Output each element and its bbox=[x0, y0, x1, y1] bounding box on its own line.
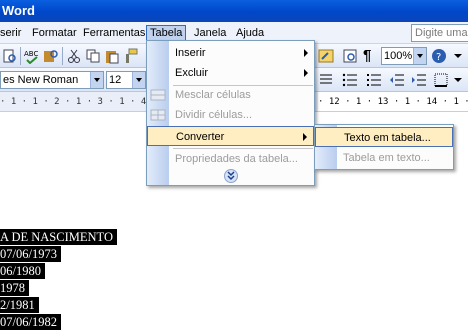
tabela-menu: Inserir Excluir Mesclar células Dividir … bbox=[146, 40, 315, 186]
show-hide-marks-button[interactable]: ¶ bbox=[363, 46, 371, 66]
ruler-scale-right: · 12 · 1 · 13 · 1 · 14 · 1 · 15 · 1 · 16… bbox=[318, 97, 468, 107]
document-line: 07/06/1982 bbox=[0, 314, 61, 330]
print-preview-icon[interactable] bbox=[2, 48, 18, 64]
font-name-value: es New Roman bbox=[3, 74, 79, 86]
submenu-arrow-icon bbox=[304, 69, 308, 77]
menu-item-propriedades-tabela[interactable]: Propriedades da tabela... bbox=[147, 149, 314, 169]
document-line: 1978 bbox=[0, 280, 29, 296]
menu-item-label: Dividir células... bbox=[175, 109, 253, 121]
menu-item-inserir[interactable]: Inserir bbox=[147, 43, 314, 63]
document-line: 06/1980 bbox=[0, 263, 45, 279]
chevron-down-icon[interactable] bbox=[90, 72, 103, 88]
menu-item-label: Tabela em texto... bbox=[343, 152, 430, 164]
zoom-select[interactable]: 100% bbox=[381, 47, 427, 65]
double-chevron-down-icon[interactable] bbox=[224, 169, 238, 183]
svg-text:?: ? bbox=[436, 52, 441, 63]
split-cells-icon bbox=[150, 109, 166, 121]
bullets-icon[interactable] bbox=[366, 72, 382, 88]
menu-formatar[interactable]: Formatar bbox=[29, 25, 80, 42]
chevron-down-icon[interactable] bbox=[413, 48, 426, 64]
spelling-icon[interactable]: ABC bbox=[24, 48, 40, 64]
toolbar-options-icon[interactable] bbox=[450, 72, 466, 88]
menu-item-mesclar-celulas[interactable]: Mesclar células bbox=[147, 85, 314, 105]
title-bar: Word bbox=[0, 0, 468, 22]
font-name-select[interactable]: es New Roman bbox=[0, 71, 104, 89]
merge-cells-icon bbox=[150, 89, 166, 101]
horizontal-ruler-right[interactable]: · 12 · 1 · 13 · 1 · 14 · 1 · 15 · 1 · 16… bbox=[318, 92, 468, 112]
menu-item-dividir-celulas[interactable]: Dividir células... bbox=[147, 105, 314, 125]
format-painter-icon[interactable] bbox=[123, 48, 139, 64]
help-search-input[interactable]: Digite uma pe bbox=[411, 24, 468, 42]
menu-item-label: Inserir bbox=[175, 47, 206, 59]
expand-menu-icon bbox=[227, 171, 235, 181]
menu-item-tabela-em-texto[interactable]: Tabela em texto... bbox=[315, 148, 453, 168]
research-icon[interactable] bbox=[43, 48, 59, 64]
numbered-list-icon[interactable] bbox=[342, 72, 358, 88]
document-line: 07/06/1973 bbox=[0, 246, 61, 262]
help-icon[interactable]: ? bbox=[431, 48, 447, 64]
document-map-icon[interactable] bbox=[342, 48, 358, 64]
copy-icon[interactable] bbox=[85, 48, 101, 64]
toolbar-separator bbox=[62, 47, 63, 65]
menu-item-label: Mesclar células bbox=[175, 89, 251, 101]
toolbar-separator bbox=[20, 47, 21, 65]
menu-item-label: Excluir bbox=[175, 67, 209, 79]
borders-icon[interactable] bbox=[433, 72, 449, 88]
menu-inserir[interactable]: serir bbox=[0, 25, 24, 42]
menu-item-label: Converter bbox=[176, 131, 225, 143]
document-line: 2/1981 bbox=[0, 297, 39, 313]
chevron-down-icon[interactable] bbox=[132, 72, 145, 88]
window-title: Word bbox=[2, 3, 35, 18]
menu-ferramentas[interactable]: Ferramentas bbox=[80, 25, 148, 42]
menu-item-excluir[interactable]: Excluir bbox=[147, 63, 314, 83]
paste-icon[interactable] bbox=[104, 48, 120, 64]
decrease-indent-icon[interactable] bbox=[389, 72, 405, 88]
drawing-icon[interactable] bbox=[318, 48, 334, 64]
font-size-select[interactable]: 12 bbox=[106, 71, 146, 89]
toolbar-options-icon[interactable] bbox=[450, 48, 466, 64]
font-size-value: 12 bbox=[109, 74, 122, 86]
increase-indent-icon[interactable] bbox=[411, 72, 427, 88]
menu-item-label: Texto em tabela... bbox=[344, 132, 431, 144]
converter-submenu: Texto em tabela... Tabela em texto... bbox=[314, 124, 454, 170]
menu-item-converter[interactable]: Converter bbox=[147, 126, 314, 146]
bullet-list-icon[interactable] bbox=[318, 72, 334, 88]
cut-icon[interactable] bbox=[66, 48, 82, 64]
submenu-arrow-icon bbox=[303, 133, 307, 141]
menu-item-label: Propriedades da tabela... bbox=[175, 153, 298, 165]
submenu-arrow-icon bbox=[304, 49, 308, 57]
document-line: A DE NASCIMENTO bbox=[0, 229, 117, 245]
zoom-value: 100% bbox=[384, 50, 413, 62]
menu-item-texto-em-tabela[interactable]: Texto em tabela... bbox=[315, 127, 453, 147]
